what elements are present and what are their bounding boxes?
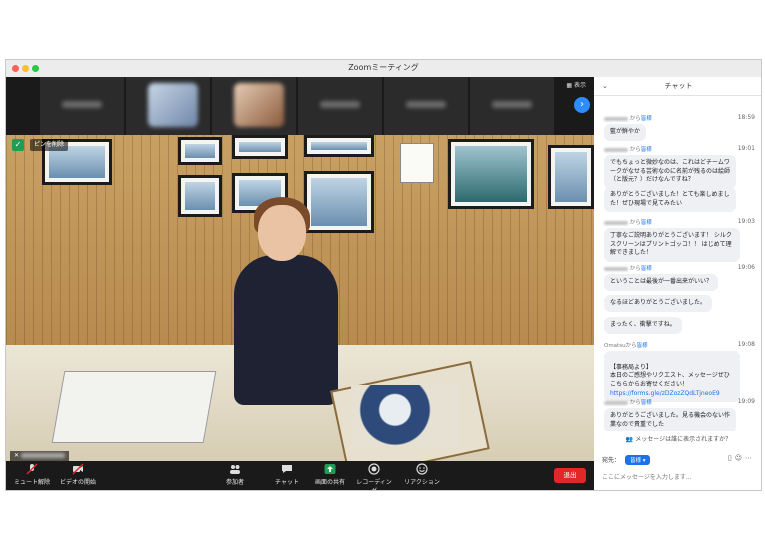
chat-message: ということは最後が一番出来がいい？ — [604, 274, 719, 291]
form-link[interactable]: https://forms.gle/zDZozZQdLTjneoE9 — [610, 390, 720, 397]
wall-print — [178, 137, 222, 165]
participant-thumbnail[interactable] — [40, 77, 126, 135]
unpin-label[interactable]: ピンを削除 — [30, 139, 69, 151]
reactions-button[interactable]: リアクション — [402, 463, 442, 486]
message-sender: から皆様 — [604, 218, 652, 226]
thumbnail-strip: ▦ 表示 › — [6, 77, 594, 135]
speaker-name-tag: ✕ — [10, 451, 69, 461]
chevron-down-icon[interactable]: ⌄ — [602, 77, 608, 95]
chat-message: でもちょっと微妙なのは、これはどチームワークがなせる芸術なのに名前が残るのは絵師… — [604, 155, 736, 190]
participant-thumbnail[interactable] — [298, 77, 384, 135]
share-screen-button[interactable]: 画面の共有 — [312, 463, 348, 486]
unmute-button[interactable]: ミュート解除 — [12, 463, 52, 486]
share-screen-icon — [324, 464, 336, 474]
speaker-video — [6, 135, 594, 461]
participant-thumbnail[interactable] — [470, 77, 556, 135]
more-icon[interactable]: ⋯ — [745, 454, 755, 462]
muted-mic-icon: ✕ — [14, 452, 20, 459]
message-text: 【事務局より】 本日のご感想やリクエスト、メッセージぜひこちらからお寄せください… — [610, 363, 730, 389]
wall-print — [448, 139, 534, 209]
leave-button[interactable]: 退出 — [554, 468, 586, 483]
visibility-notice-label: メッセージは誰に表示されますか？ — [635, 436, 732, 443]
chat-label: チャット — [275, 479, 299, 486]
visibility-notice[interactable]: 👥 メッセージは誰に表示されますか？ — [594, 434, 761, 443]
work-table — [51, 371, 217, 443]
chat-message-input[interactable] — [600, 469, 761, 485]
message-sender: から皆様 — [604, 398, 652, 406]
recipient-label: 宛先： — [602, 457, 621, 464]
message-sender: から皆様 — [604, 114, 652, 122]
chat-messages[interactable]: から皆様 18:59 藍が鮮やか から皆様 19:01 でもちょっと微妙なのは、… — [594, 96, 761, 431]
message-time: 19:08 — [737, 341, 755, 348]
recipient-select[interactable]: 皆様 ▾ — [624, 455, 651, 465]
chat-message: まったく、衝撃ですね。 — [604, 317, 682, 334]
message-sender: から皆様 — [604, 264, 652, 272]
zoom-window: Zoomミーティング ▦ 表示 › ✓ ピンを削除 ✕ ミュート解除 ビデオの開… — [5, 59, 762, 491]
recipient-value: 皆様 — [629, 458, 641, 464]
start-video-button[interactable]: ビデオの開始 — [58, 463, 98, 486]
chat-header: ⌄ チャット — [594, 77, 761, 96]
message-time: 18:59 — [737, 114, 755, 121]
chat-message: 【事務局より】 本日のご感想やリクエスト、メッセージぜひこちらからお寄せください… — [604, 351, 740, 403]
chat-bubble-icon — [282, 465, 292, 473]
participants-button[interactable]: 参加者 — [220, 463, 250, 486]
view-icon: ▦ — [566, 82, 573, 89]
emoji-icon[interactable]: ☺ — [735, 454, 745, 462]
chat-title: チャット — [664, 82, 693, 90]
chat-tools: ▯☺⋯ — [728, 454, 755, 462]
chevron-right-icon: › — [580, 99, 584, 110]
message-time: 19:09 — [737, 398, 755, 405]
microphone-muted-icon — [26, 463, 38, 475]
message-time: 19:03 — [737, 218, 755, 225]
message-sender: Omatsuから皆様 — [604, 343, 648, 349]
file-icon[interactable]: ▯ — [728, 454, 735, 462]
start-video-label: ビデオの開始 — [59, 479, 96, 486]
meeting-toolbar: ミュート解除 ビデオの開始 参加者 チャット 画面の共有 レコーディング — [6, 461, 594, 490]
record-button[interactable]: レコーディング — [354, 463, 394, 490]
smiley-icon — [416, 463, 428, 475]
unmute-label: ミュート解除 — [13, 479, 50, 486]
window-title: Zoomミーティング — [348, 63, 419, 72]
wall-print — [178, 175, 222, 217]
speaker — [234, 255, 338, 405]
participants-label: 参加者 — [225, 479, 244, 486]
record-label: レコーディング — [356, 479, 392, 490]
video-camera-off-icon — [72, 463, 84, 475]
participants-icon — [230, 465, 240, 474]
chat-message: なるほどありがとうございました。 — [604, 295, 713, 312]
wall-print — [548, 145, 594, 209]
title-bar: Zoomミーティング — [6, 60, 761, 78]
participant-thumbnail[interactable] — [126, 77, 212, 135]
message-time: 19:06 — [737, 264, 755, 271]
record-icon — [368, 463, 380, 475]
people-icon: 👥 — [625, 436, 634, 443]
chat-button[interactable]: チャット — [272, 463, 302, 486]
wave-print — [351, 385, 461, 447]
shield-icon[interactable]: ✓ — [12, 139, 24, 151]
participant-thumbnail[interactable] — [212, 77, 298, 135]
wall-print — [304, 135, 374, 157]
view-label: 表示 — [573, 82, 586, 89]
next-page-button[interactable]: › — [574, 97, 590, 113]
recipient-row: 宛先： 皆様 ▾ — [602, 455, 651, 465]
video-area: ▦ 表示 › ✓ ピンを削除 ✕ ミュート解除 ビデオの開始 参加者 チャット … — [6, 77, 594, 490]
message-sender: から皆様 — [604, 145, 652, 153]
chat-message: ありがとうございました。見る機会のない作業なので貴重でした — [604, 408, 736, 431]
message-time: 19:01 — [737, 145, 755, 152]
share-screen-label: 画面の共有 — [314, 479, 345, 486]
chat-panel: ⌄ チャット から皆様 18:59 藍が鮮やか から皆様 19:01 でもちょっ… — [594, 77, 761, 490]
view-button[interactable]: ▦ 表示 — [566, 80, 586, 89]
chat-message: 丁寧なご説明ありがとうございます！ シルクスクリーンはプリントゴッコ！！ はじめ… — [604, 228, 740, 263]
exhibit-sign — [400, 143, 434, 183]
wall-print — [232, 135, 288, 159]
participant-thumbnail[interactable] — [384, 77, 470, 135]
chat-message: ありがとうございました！とても楽しめました！ぜひ現場で見てみたい — [604, 187, 736, 213]
reactions-label: リアクション — [404, 479, 440, 486]
wall-print — [304, 171, 374, 233]
chat-message: 藍が鮮やか — [604, 124, 647, 141]
